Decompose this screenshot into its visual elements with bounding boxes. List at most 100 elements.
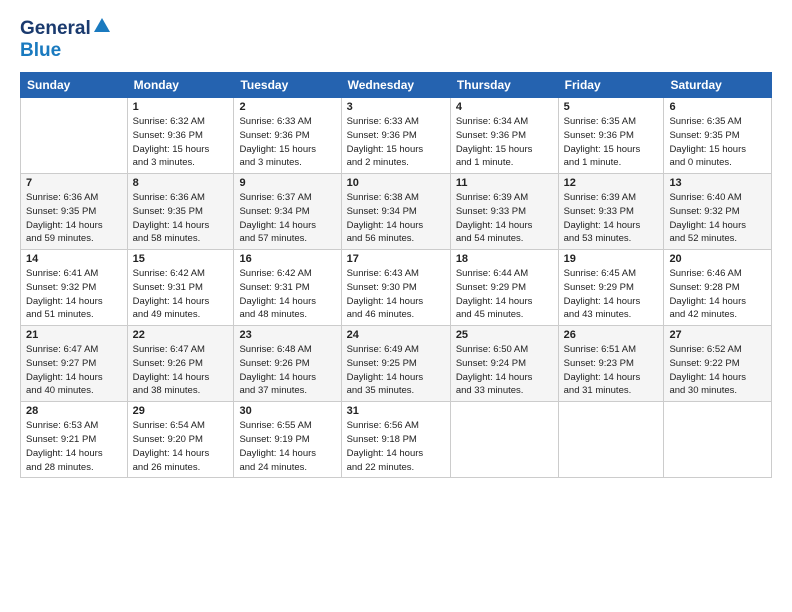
day-cell: 30 Sunrise: 6:55 AM Sunset: 9:19 PM Dayli… — [234, 402, 341, 478]
day-cell: 28 Sunrise: 6:53 AM Sunset: 9:21 PM Dayli… — [21, 402, 128, 478]
day-info: Sunrise: 6:33 AM Sunset: 9:36 PM Dayligh… — [347, 115, 445, 170]
day-info: Sunrise: 6:54 AM Sunset: 9:20 PM Dayligh… — [133, 419, 229, 474]
week-row-1: 1 Sunrise: 6:32 AM Sunset: 9:36 PM Daylig… — [21, 98, 772, 174]
day-info: Sunrise: 6:50 AM Sunset: 9:24 PM Dayligh… — [456, 343, 553, 398]
day-cell: 6Sunrise: 6:35 AM Sunset: 9:35 PM Daylig… — [664, 98, 772, 174]
day-info: Sunrise: 6:42 AM Sunset: 9:31 PM Dayligh… — [239, 267, 335, 322]
day-number: 9 — [239, 177, 335, 189]
week-row-3: 14Sunrise: 6:41 AM Sunset: 9:32 PM Dayli… — [21, 250, 772, 326]
day-cell: 22 Sunrise: 6:47 AM Sunset: 9:26 PM Dayli… — [127, 326, 234, 402]
day-number: 30 — [239, 405, 335, 417]
day-number: 16 — [239, 253, 335, 265]
day-number: 13 — [669, 177, 766, 189]
day-info: Sunrise: 6:39 AM Sunset: 9:33 PM Dayligh… — [456, 191, 553, 246]
day-number: 8 — [133, 177, 229, 189]
day-cell: 21 Sunrise: 6:47 AM Sunset: 9:27 PM Dayli… — [21, 326, 128, 402]
day-cell: 5Sunrise: 6:35 AM Sunset: 9:36 PM Daylig… — [558, 98, 664, 174]
col-header-sunday: Sunday — [21, 73, 128, 98]
day-number: 23 — [239, 329, 335, 341]
day-info: Sunrise: 6:52 AM Sunset: 9:22 PM Dayligh… — [669, 343, 766, 398]
day-info: Sunrise: 6:47 AM Sunset: 9:26 PM Dayligh… — [133, 343, 229, 398]
day-info: Sunrise: 6:51 AM Sunset: 9:23 PM Dayligh… — [564, 343, 659, 398]
day-cell — [450, 402, 558, 478]
day-cell: 29 Sunrise: 6:54 AM Sunset: 9:20 PM Dayli… — [127, 402, 234, 478]
day-number: 1 — [133, 101, 229, 113]
day-number: 25 — [456, 329, 553, 341]
day-info: Sunrise: 6:45 AM Sunset: 9:29 PM Dayligh… — [564, 267, 659, 322]
day-info: Sunrise: 6:35 AM Sunset: 9:35 PM Dayligh… — [669, 115, 766, 170]
day-cell: 8 Sunrise: 6:36 AM Sunset: 9:35 PM Daylig… — [127, 174, 234, 250]
day-cell: 17Sunrise: 6:43 AM Sunset: 9:30 PM Dayli… — [341, 250, 450, 326]
day-info: Sunrise: 6:43 AM Sunset: 9:30 PM Dayligh… — [347, 267, 445, 322]
day-number: 10 — [347, 177, 445, 189]
col-header-wednesday: Wednesday — [341, 73, 450, 98]
day-info: Sunrise: 6:48 AM Sunset: 9:26 PM Dayligh… — [239, 343, 335, 398]
calendar-table: SundayMondayTuesdayWednesdayThursdayFrid… — [20, 72, 772, 478]
day-number: 4 — [456, 101, 553, 113]
day-info: Sunrise: 6:36 AM Sunset: 9:35 PM Dayligh… — [133, 191, 229, 246]
day-info: Sunrise: 6:47 AM Sunset: 9:27 PM Dayligh… — [26, 343, 122, 398]
day-info: Sunrise: 6:46 AM Sunset: 9:28 PM Dayligh… — [669, 267, 766, 322]
day-number: 26 — [564, 329, 659, 341]
day-cell: 13Sunrise: 6:40 AM Sunset: 9:32 PM Dayli… — [664, 174, 772, 250]
day-number: 11 — [456, 177, 553, 189]
day-cell: 12 Sunrise: 6:39 AM Sunset: 9:33 PM Dayli… — [558, 174, 664, 250]
day-cell — [664, 402, 772, 478]
day-cell: 1 Sunrise: 6:32 AM Sunset: 9:36 PM Daylig… — [127, 98, 234, 174]
col-header-tuesday: Tuesday — [234, 73, 341, 98]
day-info: Sunrise: 6:42 AM Sunset: 9:31 PM Dayligh… — [133, 267, 229, 322]
day-info: Sunrise: 6:53 AM Sunset: 9:21 PM Dayligh… — [26, 419, 122, 474]
day-number: 29 — [133, 405, 229, 417]
day-number: 27 — [669, 329, 766, 341]
header: General Blue — [20, 16, 772, 62]
col-header-saturday: Saturday — [664, 73, 772, 98]
day-number: 28 — [26, 405, 122, 417]
day-cell: 9Sunrise: 6:37 AM Sunset: 9:34 PM Daylig… — [234, 174, 341, 250]
day-info: Sunrise: 6:55 AM Sunset: 9:19 PM Dayligh… — [239, 419, 335, 474]
day-info: Sunrise: 6:34 AM Sunset: 9:36 PM Dayligh… — [456, 115, 553, 170]
col-header-friday: Friday — [558, 73, 664, 98]
day-number: 31 — [347, 405, 445, 417]
week-row-4: 21 Sunrise: 6:47 AM Sunset: 9:27 PM Dayli… — [21, 326, 772, 402]
day-cell: 20 Sunrise: 6:46 AM Sunset: 9:28 PM Dayli… — [664, 250, 772, 326]
day-info: Sunrise: 6:49 AM Sunset: 9:25 PM Dayligh… — [347, 343, 445, 398]
day-cell: 31 Sunrise: 6:56 AM Sunset: 9:18 PM Dayli… — [341, 402, 450, 478]
col-header-thursday: Thursday — [450, 73, 558, 98]
day-number: 2 — [239, 101, 335, 113]
day-info: Sunrise: 6:38 AM Sunset: 9:34 PM Dayligh… — [347, 191, 445, 246]
day-info: Sunrise: 6:56 AM Sunset: 9:18 PM Dayligh… — [347, 419, 445, 474]
day-cell: 2Sunrise: 6:33 AM Sunset: 9:36 PM Daylig… — [234, 98, 341, 174]
day-info: Sunrise: 6:36 AM Sunset: 9:35 PM Dayligh… — [26, 191, 122, 246]
col-header-monday: Monday — [127, 73, 234, 98]
day-number: 21 — [26, 329, 122, 341]
day-cell: 10 Sunrise: 6:38 AM Sunset: 9:34 PM Dayli… — [341, 174, 450, 250]
day-info: Sunrise: 6:44 AM Sunset: 9:29 PM Dayligh… — [456, 267, 553, 322]
day-number: 24 — [347, 329, 445, 341]
day-cell: 24 Sunrise: 6:49 AM Sunset: 9:25 PM Dayli… — [341, 326, 450, 402]
day-cell: 7 Sunrise: 6:36 AM Sunset: 9:35 PM Daylig… — [21, 174, 128, 250]
day-cell: 27 Sunrise: 6:52 AM Sunset: 9:22 PM Dayli… — [664, 326, 772, 402]
day-cell: 11 Sunrise: 6:39 AM Sunset: 9:33 PM Dayli… — [450, 174, 558, 250]
day-info: Sunrise: 6:32 AM Sunset: 9:36 PM Dayligh… — [133, 115, 229, 170]
day-cell: 15 Sunrise: 6:42 AM Sunset: 9:31 PM Dayli… — [127, 250, 234, 326]
day-cell: 4 Sunrise: 6:34 AM Sunset: 9:36 PM Daylig… — [450, 98, 558, 174]
week-row-2: 7 Sunrise: 6:36 AM Sunset: 9:35 PM Daylig… — [21, 174, 772, 250]
day-number: 5 — [564, 101, 659, 113]
day-number: 12 — [564, 177, 659, 189]
logo-general: General — [20, 18, 91, 40]
logo: General Blue — [20, 16, 111, 62]
day-number: 3 — [347, 101, 445, 113]
day-cell: 16 Sunrise: 6:42 AM Sunset: 9:31 PM Dayli… — [234, 250, 341, 326]
day-info: Sunrise: 6:41 AM Sunset: 9:32 PM Dayligh… — [26, 267, 122, 322]
day-number: 18 — [456, 253, 553, 265]
day-number: 7 — [26, 177, 122, 189]
day-number: 15 — [133, 253, 229, 265]
day-number: 20 — [669, 253, 766, 265]
day-cell — [558, 402, 664, 478]
day-number: 22 — [133, 329, 229, 341]
day-cell: 3 Sunrise: 6:33 AM Sunset: 9:36 PM Daylig… — [341, 98, 450, 174]
day-info: Sunrise: 6:39 AM Sunset: 9:33 PM Dayligh… — [564, 191, 659, 246]
day-number: 19 — [564, 253, 659, 265]
day-cell: 14Sunrise: 6:41 AM Sunset: 9:32 PM Dayli… — [21, 250, 128, 326]
logo-icon — [93, 16, 111, 34]
